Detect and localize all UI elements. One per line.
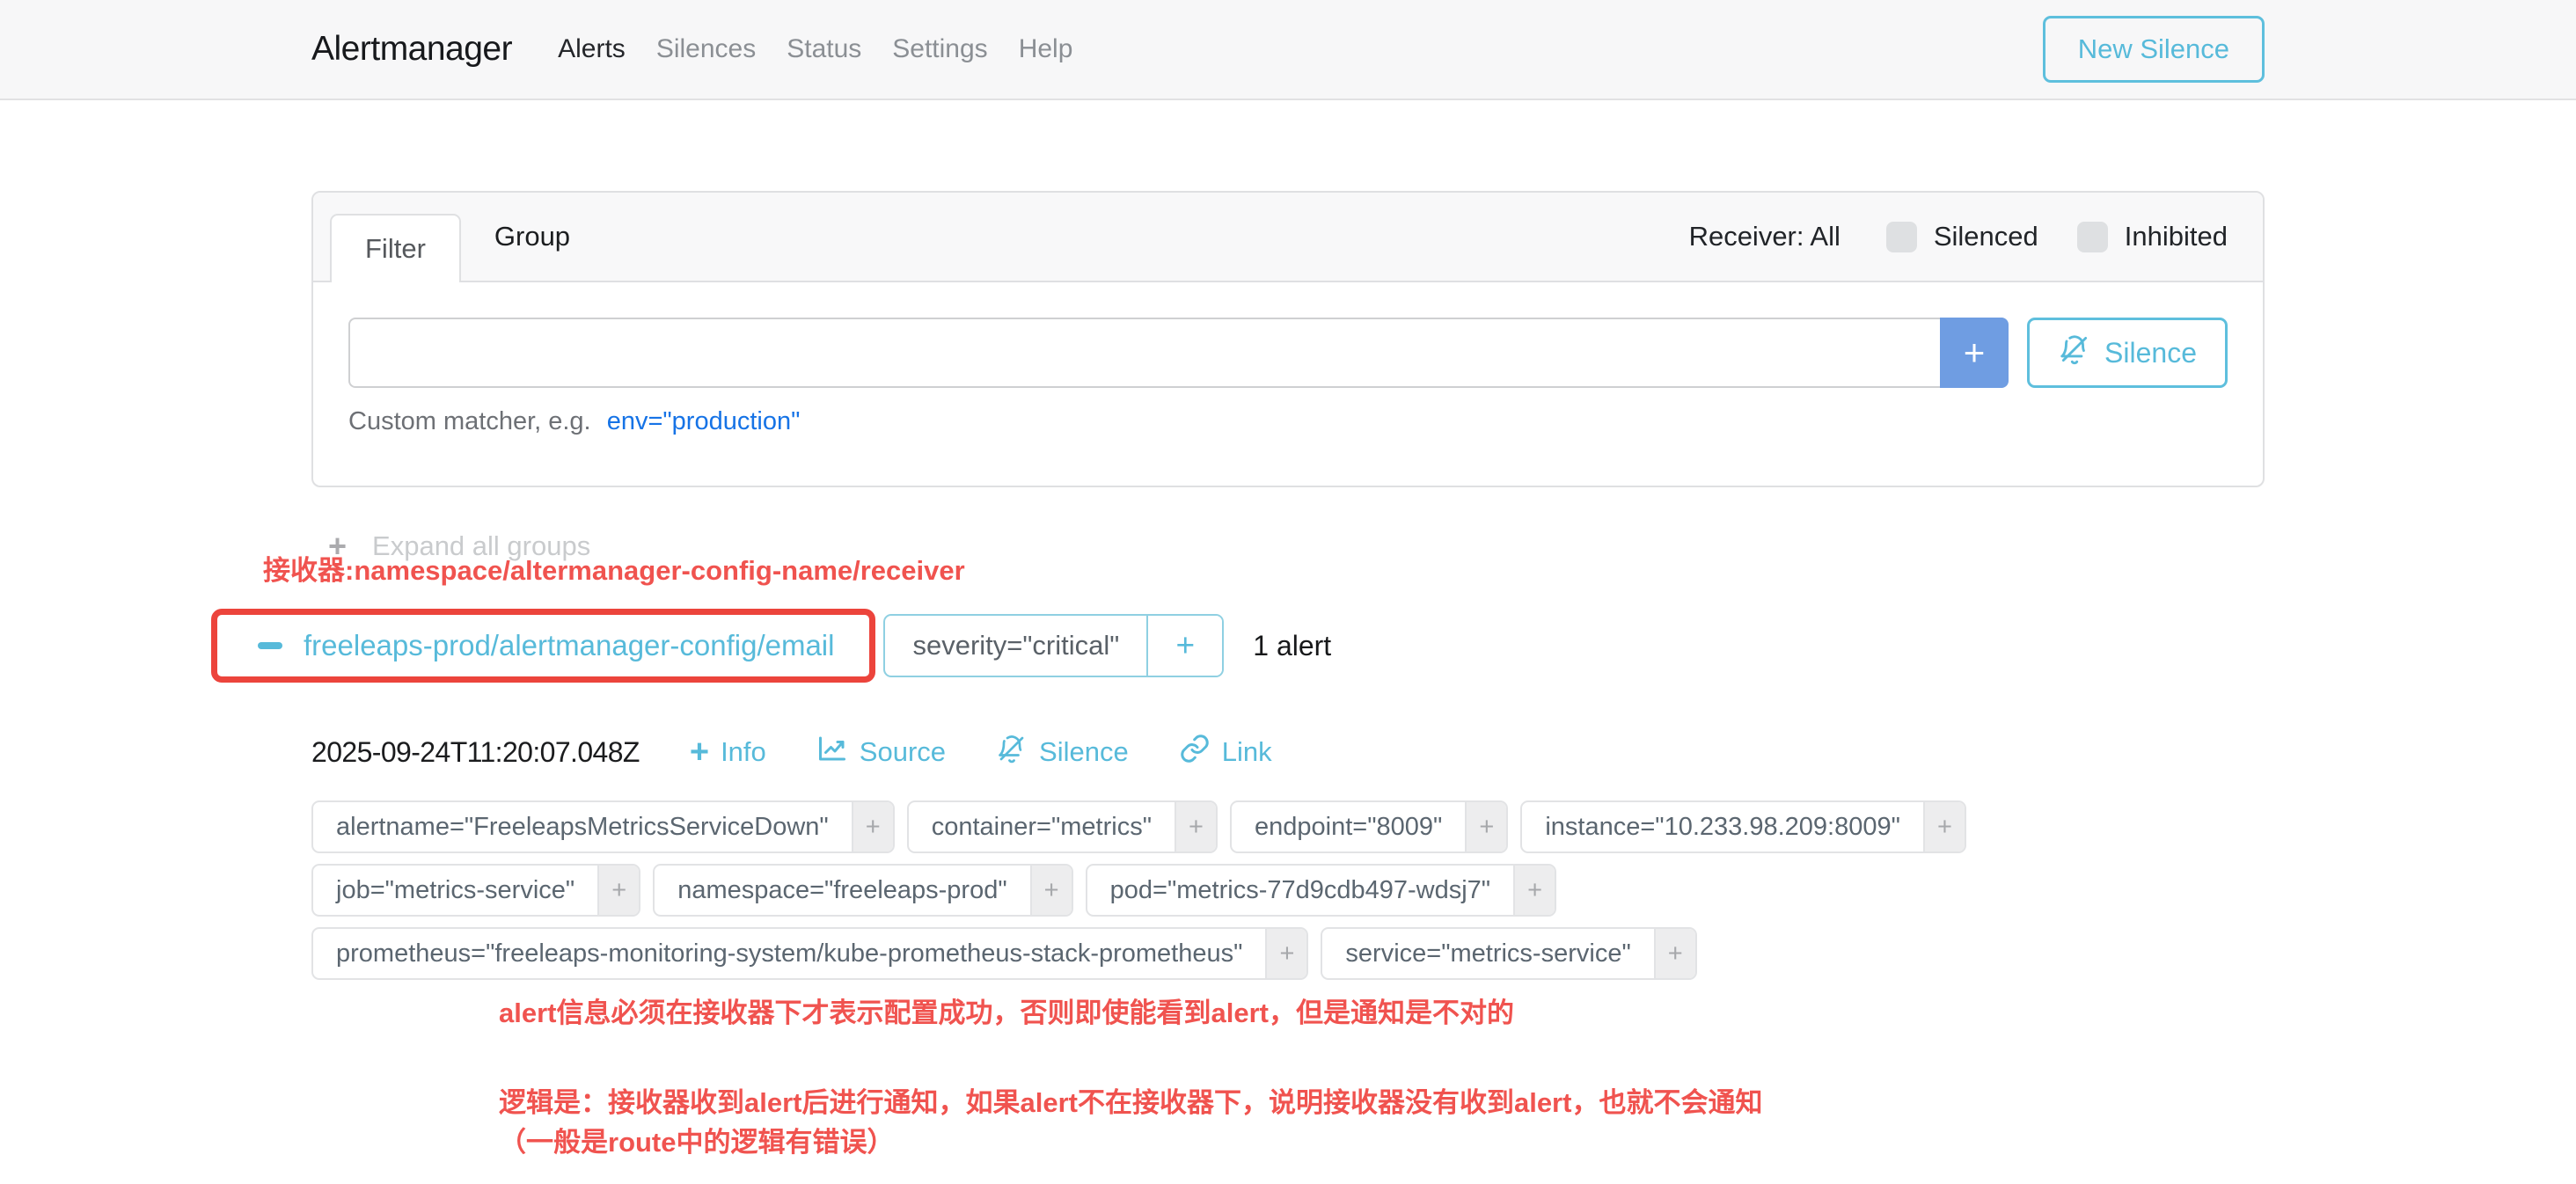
group-matcher-label: severity="critical" <box>885 616 1146 676</box>
nav-item-help[interactable]: Help <box>1019 34 1073 64</box>
top-navbar: Alertmanager Alerts Silences Status Setting… <box>0 0 2576 100</box>
matcher-helper-text: Custom matcher, e.g. <box>348 407 591 435</box>
matcher-input[interactable] <box>348 318 1940 388</box>
add-group-matcher-button[interactable]: + <box>1146 616 1222 676</box>
alert-label-text: container="metrics" <box>909 802 1175 851</box>
navbar-links: Alerts Silences Status Settings Help <box>558 34 1072 64</box>
tab-filter[interactable]: Filter <box>330 214 461 282</box>
nav-item-status[interactable]: Status <box>787 34 861 64</box>
add-label-filter-button[interactable]: + <box>1265 929 1306 978</box>
alert-source-link[interactable]: Source <box>816 733 946 771</box>
inhibited-checkbox-label[interactable]: Inhibited <box>2125 221 2228 252</box>
link-icon <box>1179 733 1211 771</box>
bell-slash-icon <box>996 733 1028 771</box>
new-silence-button[interactable]: New Silence <box>2043 16 2265 83</box>
filter-panel: Filter Group Receiver: All Silenced Inhi… <box>311 191 2265 487</box>
matcher-example-link[interactable]: env="production" <box>607 407 801 435</box>
add-label-filter-button[interactable]: + <box>1175 802 1216 851</box>
silence-button-label: Silence <box>2104 337 2197 369</box>
collapse-minus-icon <box>258 642 282 649</box>
chart-icon <box>816 733 848 771</box>
alert-label-text: alertname="FreeleapsMetricsServiceDown" <box>313 802 852 851</box>
group-matcher-chip: severity="critical" + <box>883 614 1224 677</box>
matcher-helper: Custom matcher, e.g. env="production" <box>348 407 2228 436</box>
filter-panel-body: + Silence Cust <box>313 282 2263 486</box>
alert-label-row: prometheus="freeleaps-monitoring-system/… <box>311 927 2265 980</box>
alert-count: 1 alert <box>1253 630 1331 662</box>
alert-timestamp: 2025-09-24T11:20:07.048Z <box>311 736 640 769</box>
alert-permalink[interactable]: Link <box>1179 733 1272 771</box>
alert-label-text: pod="metrics-77d9cdb497-wdsj7" <box>1087 866 1513 915</box>
alert-label-row: job="metrics-service"+namespace="freelea… <box>311 864 2265 917</box>
alert-group-header: freeleaps-prod/alertmanager-config/email… <box>211 609 2265 683</box>
alert-label-tag: namespace="freeleaps-prod"+ <box>653 864 1072 917</box>
alert-info-link[interactable]: + Info <box>690 735 766 769</box>
nav-item-silences[interactable]: Silences <box>656 34 756 64</box>
plus-icon: + <box>690 735 709 769</box>
alert-label-tag: instance="10.233.98.209:8009"+ <box>1520 800 1966 853</box>
alert-label-tag: pod="metrics-77d9cdb497-wdsj7"+ <box>1086 864 1556 917</box>
annotation-receiver-note: 接收器:namespace/altermanager-config-name/r… <box>263 548 2265 588</box>
annotation-logic-line1: 逻辑是：接收器收到alert后进行通知，如果alert不在接收器下，说明接收器没… <box>499 1084 2265 1123</box>
alert-silence-link[interactable]: Silence <box>996 733 1129 771</box>
alert-label-row: alertname="FreeleapsMetricsServiceDown"+… <box>311 800 2265 853</box>
silenced-checkbox[interactable] <box>1886 222 1917 252</box>
alert-source-label: Source <box>860 736 946 768</box>
alert-label-tag: service="metrics-service"+ <box>1321 927 1696 980</box>
silenced-checkbox-label[interactable]: Silenced <box>1934 221 2038 252</box>
alert-silence-label: Silence <box>1039 736 1129 768</box>
alert-link-label: Link <box>1222 736 1272 768</box>
alert-label-text: service="metrics-service" <box>1322 929 1653 978</box>
annotation-logic-line2: （一般是route中的逻辑有错误） <box>499 1123 2265 1163</box>
alert-label-text: job="metrics-service" <box>313 866 597 915</box>
nav-item-settings[interactable]: Settings <box>892 34 987 64</box>
add-label-filter-button[interactable]: + <box>852 802 893 851</box>
alert-label-tag: prometheus="freeleaps-monitoring-system/… <box>311 927 1308 980</box>
nav-item-alerts[interactable]: Alerts <box>558 34 626 64</box>
alert-label-tag: endpoint="8009"+ <box>1230 800 1508 853</box>
add-label-filter-button[interactable]: + <box>1465 802 1506 851</box>
bell-slash-icon <box>2058 333 2091 373</box>
alert-label-text: prometheus="freeleaps-monitoring-system/… <box>313 929 1265 978</box>
annotation-logic-note: 逻辑是：接收器收到alert后进行通知，如果alert不在接收器下，说明接收器没… <box>499 1084 2265 1163</box>
alert-label-text: namespace="freeleaps-prod" <box>655 866 1029 915</box>
alert-label-tag: container="metrics"+ <box>907 800 1218 853</box>
add-label-filter-button[interactable]: + <box>1513 866 1555 915</box>
alert-row: 2025-09-24T11:20:07.048Z + Info Source <box>311 733 2265 771</box>
receiver-selector[interactable]: Receiver: All <box>1689 221 1841 252</box>
add-label-filter-button[interactable]: + <box>1923 802 1965 851</box>
app-brand[interactable]: Alertmanager <box>311 30 512 69</box>
alert-label-text: instance="10.233.98.209:8009" <box>1522 802 1923 851</box>
silence-button[interactable]: Silence <box>2027 318 2228 388</box>
inhibited-checkbox[interactable] <box>2077 222 2108 252</box>
annotation-highlight-box: freeleaps-prod/alertmanager-config/email <box>211 609 875 683</box>
alert-label-tag: job="metrics-service"+ <box>311 864 640 917</box>
alert-labels: alertname="FreeleapsMetricsServiceDown"+… <box>311 800 2265 980</box>
add-label-filter-button[interactable]: + <box>1030 866 1072 915</box>
alert-label-tag: alertname="FreeleapsMetricsServiceDown"+ <box>311 800 895 853</box>
tab-group[interactable]: Group <box>461 221 604 252</box>
filter-panel-header: Filter Group Receiver: All Silenced Inhi… <box>313 193 2263 282</box>
add-label-filter-button[interactable]: + <box>1654 929 1695 978</box>
alert-info-label: Info <box>721 736 766 768</box>
annotation-alert-note: alert信息必须在接收器下才表示配置成功，否则即使能看到alert，但是通知是… <box>499 990 2265 1030</box>
receiver-group-link[interactable]: freeleaps-prod/alertmanager-config/email <box>304 629 834 662</box>
add-label-filter-button[interactable]: + <box>597 866 639 915</box>
add-matcher-button[interactable]: + <box>1940 318 2009 388</box>
alert-label-text: endpoint="8009" <box>1232 802 1465 851</box>
